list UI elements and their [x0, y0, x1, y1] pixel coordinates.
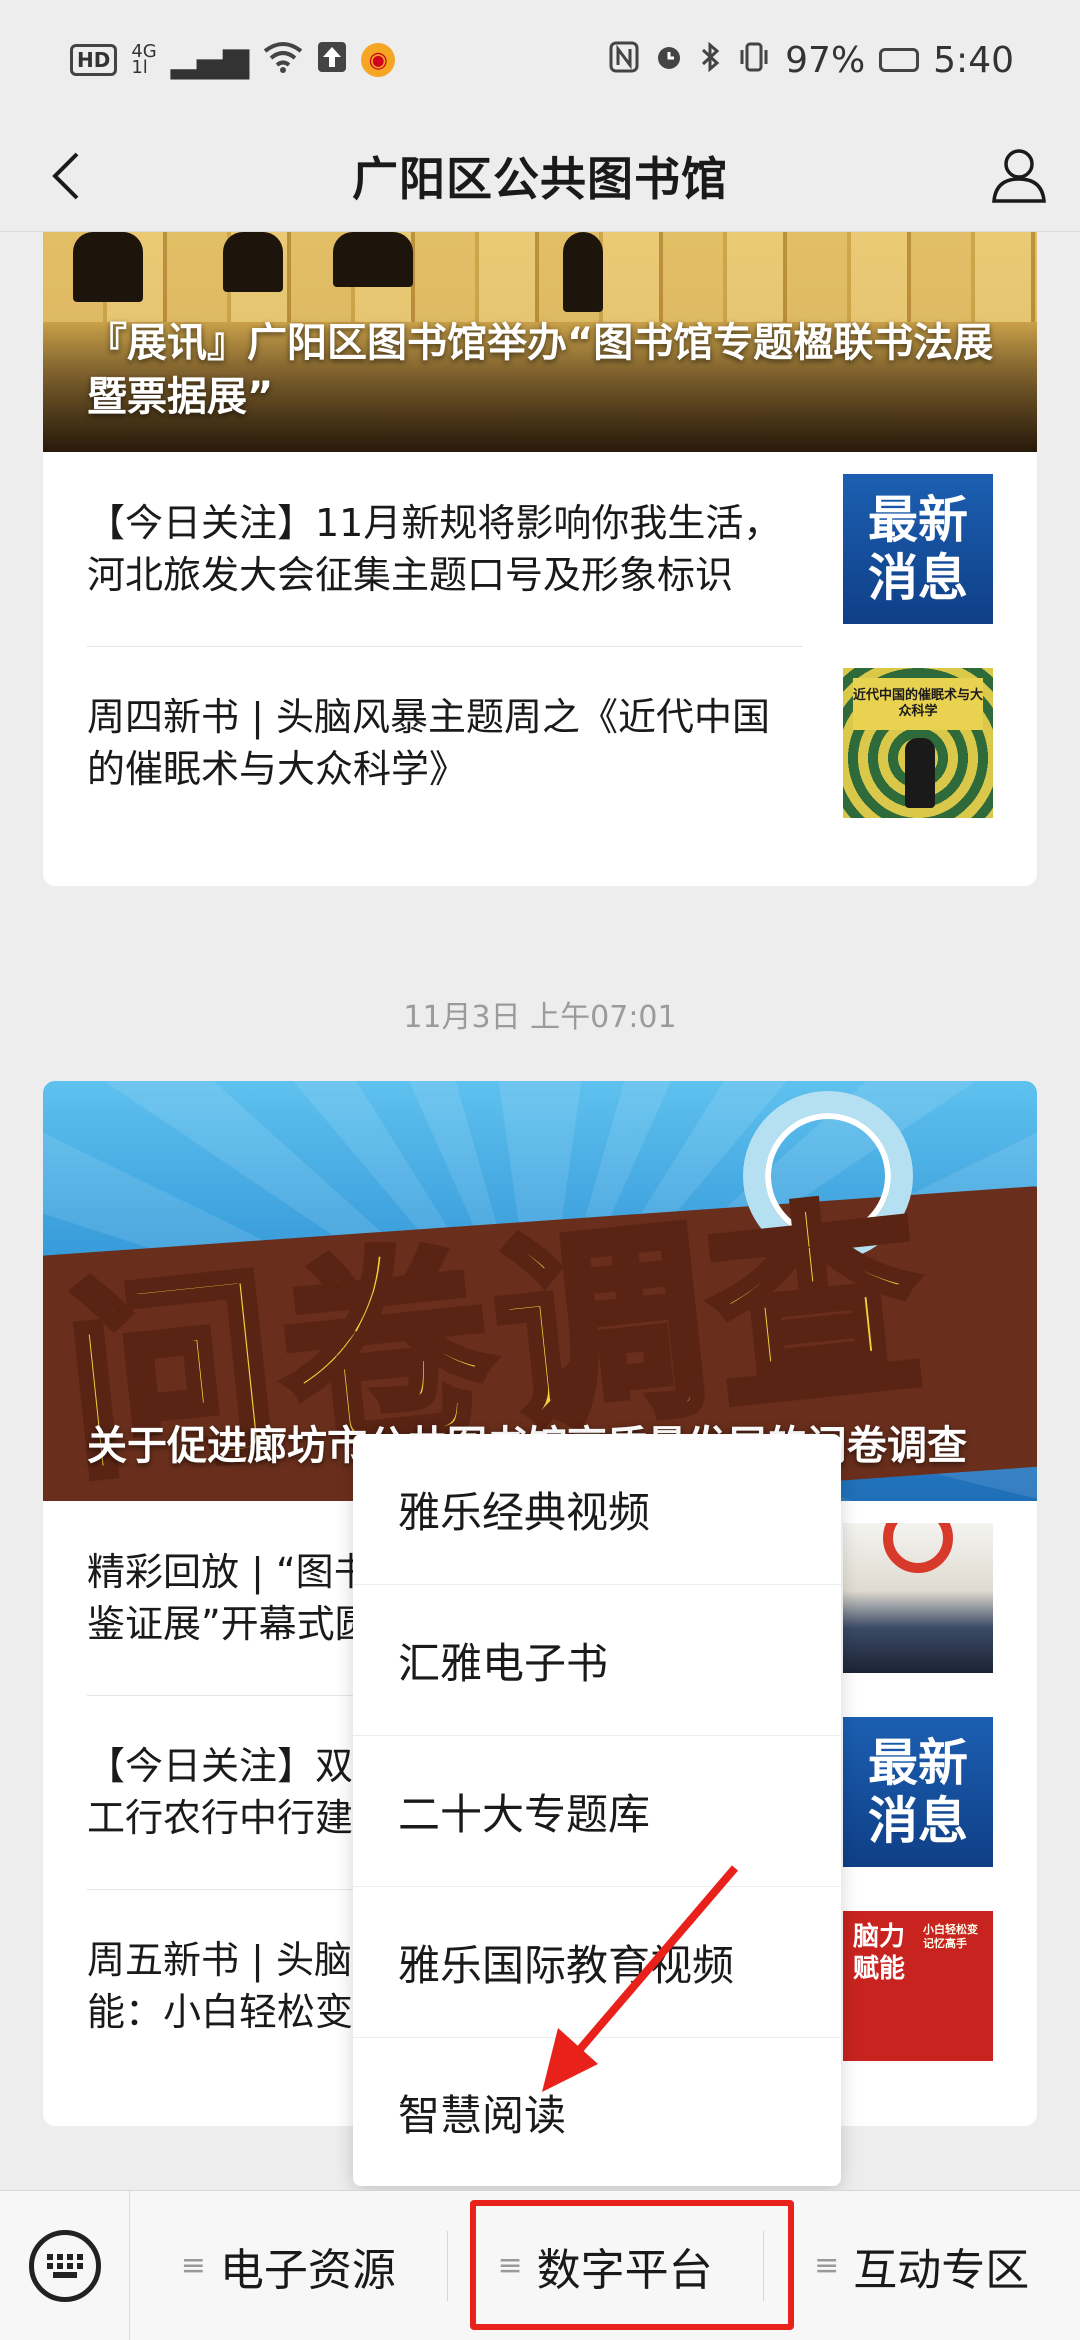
menu-item-huiya-ebook[interactable]: 汇雅电子书: [353, 1585, 841, 1736]
visitor-figure: [563, 232, 603, 312]
book-cover-figure: [905, 738, 935, 808]
network-sub: 1l: [131, 57, 148, 78]
menu-item-20th-congress-library[interactable]: 二十大专题库: [353, 1736, 841, 1887]
message-timestamp: 11月3日 上午07:01: [403, 1000, 677, 1035]
list-item-title: 周四新书 | 头脑风暴主题周之《近代中国的催眠术与大众科学》: [87, 695, 770, 791]
battery-percent: 97%: [785, 39, 866, 81]
status-left: HD 4G 1l ▂▄▆ ◉: [70, 40, 396, 80]
thumb-text: 消息: [868, 549, 968, 607]
hd-badge: HD: [70, 44, 118, 76]
thumb-text: 最新: [868, 1734, 968, 1792]
visitor-figure: [223, 232, 283, 292]
event-photo-logo: [883, 1523, 953, 1573]
book-cover-subtitle: 小白轻松变记忆高手: [923, 1923, 978, 1950]
upload-icon: [317, 41, 347, 79]
status-bar: HD 4G 1l ▂▄▆ ◉ 97% 5:40: [0, 0, 1080, 120]
list-item[interactable]: 【今日关注】11月新规将影响你我生活，河北旅发大会征集主题口号及形象标识 最新 …: [87, 452, 993, 646]
vibrate-icon: [737, 41, 771, 79]
book-cover-title: 脑力赋能: [853, 1922, 906, 1984]
keyboard-toggle-button[interactable]: [0, 2190, 130, 2340]
menu-item-smart-reading[interactable]: 智慧阅读: [353, 2038, 841, 2186]
hero-title: 『展讯』广阳区图书馆举办“图书馆专题楹联书法展暨票据展”: [87, 320, 994, 420]
book-cover-title: 近代中国的催眠术与大众科学: [853, 678, 983, 730]
article-card-1: 『展讯』广阳区图书馆举办“图书馆专题楹联书法展暨票据展” 【今日关注】11月新规…: [43, 232, 1037, 886]
visitor-figure: [73, 232, 143, 302]
menu-tab-interactive-zone[interactable]: ≡ 互动专区: [763, 2191, 1080, 2340]
menu-item-yale-classic-video[interactable]: 雅乐经典视频: [353, 1434, 841, 1585]
menu-lines-icon: ≡: [814, 2248, 840, 2283]
back-button[interactable]: [36, 142, 96, 210]
hero-image-exhibition: [43, 232, 1037, 322]
status-right: 97% 5:40: [609, 40, 1014, 81]
battery-icon: [879, 48, 920, 72]
book-cover-thumbnail: 近代中国的催眠术与大众科学: [843, 668, 993, 818]
alarm-icon: [653, 41, 685, 79]
hero-article-1[interactable]: 『展讯』广阳区图书馆举办“图书馆专题楹联书法展暨票据展”: [43, 232, 1037, 452]
menu-tab-label: 数字平台: [536, 2244, 713, 2296]
profile-button[interactable]: [984, 140, 1054, 210]
news-thumbnail: 最新 消息: [843, 1717, 993, 1867]
menu-item-yale-intl-education-video[interactable]: 雅乐国际教育视频: [353, 1887, 841, 2038]
event-photo-thumbnail: [843, 1523, 993, 1673]
menu-tab-e-resources[interactable]: ≡ 电子资源: [130, 2191, 447, 2340]
person-icon: [992, 149, 1046, 203]
network-indicator: 4G 1l: [131, 43, 156, 78]
thumb-text: 最新: [868, 491, 968, 549]
news-thumbnail: 最新 消息: [843, 474, 993, 624]
signal-icon: ▂▄▆: [170, 40, 250, 80]
clock-time: 5:40: [933, 39, 1014, 81]
bluetooth-icon: [699, 41, 723, 79]
keyboard-icon: [28, 2229, 101, 2302]
menu-tab-label: 电子资源: [219, 2244, 396, 2296]
wifi-icon: [263, 41, 303, 79]
page-title: 广阳区公共图书馆: [352, 151, 728, 206]
menu-tab-label: 互动专区: [853, 2244, 1030, 2296]
menu-lines-icon: ≡: [497, 2248, 523, 2283]
visitor-figure: [333, 232, 413, 287]
bottom-menu-bar: ≡ 电子资源 ≡ 数字平台 ≡ 互动专区: [0, 2190, 1080, 2340]
menu-lines-icon: ≡: [180, 2248, 206, 2283]
weibo-icon: ◉: [361, 43, 396, 77]
list-item[interactable]: 周四新书 | 头脑风暴主题周之《近代中国的催眠术与大众科学》 近代中国的催眠术与…: [87, 646, 993, 840]
nfc-icon: [609, 41, 639, 79]
chevron-left-icon: [52, 152, 79, 200]
list-item-title: 【今日关注】11月新规将影响你我生活，河北旅发大会征集主题口号及形象标识: [87, 501, 782, 597]
submenu-popup: 雅乐经典视频 汇雅电子书 二十大专题库 雅乐国际教育视频 智慧阅读: [353, 1434, 841, 2186]
menu-tab-digital-platform[interactable]: ≡ 数字平台: [446, 2191, 764, 2340]
thumb-text: 消息: [868, 1792, 968, 1850]
book-cover-thumbnail: 脑力赋能 小白轻松变记忆高手: [843, 1911, 993, 2061]
nav-bar: 广阳区公共图书馆: [0, 120, 1080, 232]
